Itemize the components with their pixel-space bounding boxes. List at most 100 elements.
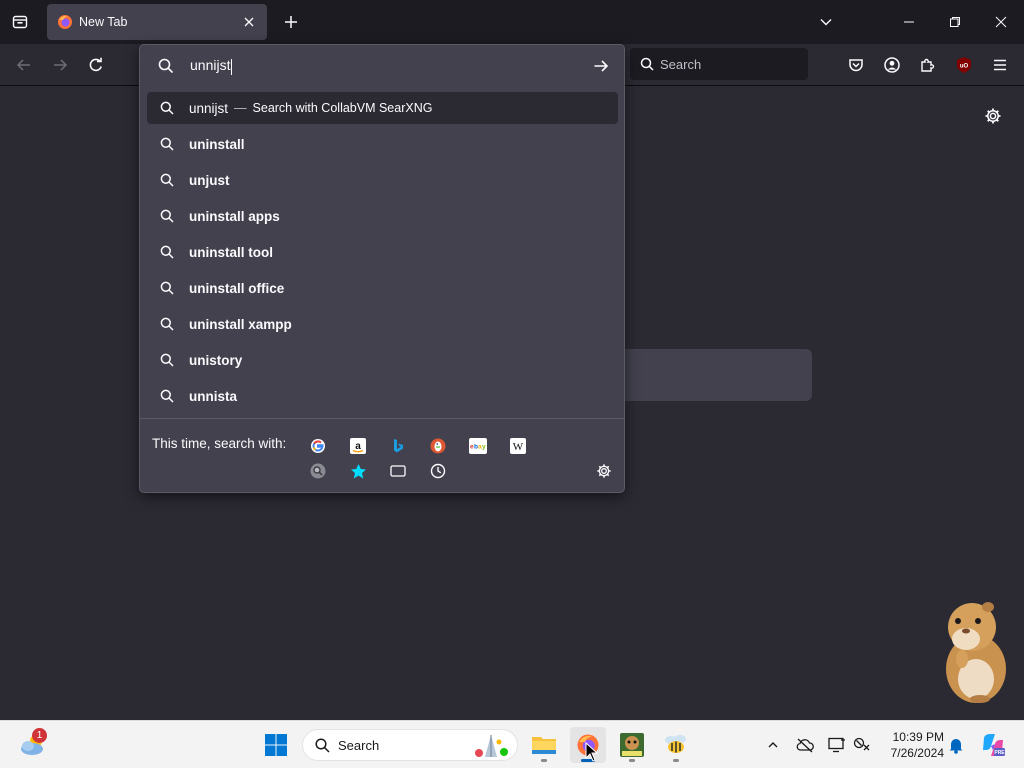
firefox-view-icon (12, 15, 28, 29)
firefox-view-button[interactable] (6, 8, 34, 36)
wikipedia-icon: W (510, 438, 526, 454)
wikipedia-engine-button[interactable]: W (507, 435, 529, 457)
bookmarks-mode-button[interactable] (347, 460, 369, 482)
plus-icon (285, 16, 297, 28)
ebay-engine-button[interactable]: ebay (467, 435, 489, 457)
clock-icon (430, 463, 446, 479)
show-hidden-icons-button[interactable] (763, 735, 783, 755)
new-tab-search-box[interactable] (612, 349, 812, 401)
searxng-icon (310, 463, 326, 479)
bing-icon (394, 439, 403, 453)
restore-icon (950, 17, 960, 27)
pocket-icon (849, 59, 863, 72)
bell-icon (949, 739, 963, 754)
suggestion-text: uninstall tool (189, 244, 273, 260)
amazon-engine-button[interactable]: a (347, 435, 369, 457)
suggestion-text: unjust (189, 172, 230, 188)
google-engine-button[interactable] (307, 435, 329, 457)
search-icon (159, 280, 175, 296)
suggestion-row[interactable]: unjust (147, 162, 618, 198)
clock-date: 7/26/2024 (890, 746, 944, 760)
suggestion-row[interactable]: uninstall (147, 126, 618, 162)
close-icon (995, 16, 1007, 28)
suggestion-row[interactable]: uninstall office (147, 270, 618, 306)
search-icon (640, 57, 654, 71)
notifications-button[interactable] (946, 735, 966, 755)
search-icon (159, 172, 175, 188)
list-all-tabs-button[interactable] (812, 8, 840, 36)
google-icon (311, 439, 325, 453)
suggestion-row[interactable]: uninstall xampp (147, 306, 618, 342)
file-explorer-button[interactable] (526, 727, 562, 763)
account-button[interactable] (877, 50, 907, 80)
url-input-text[interactable]: unnijst (190, 57, 233, 75)
hamster-mascot-image (946, 602, 1006, 703)
search-bar-placeholder: Search (660, 56, 702, 72)
hamburger-menu-icon (994, 59, 1006, 71)
suggestion-list: unnijst — Search with CollabVM SearXNG u… (147, 92, 618, 414)
taskbar-clock[interactable]: 10:39 PM 7/26/2024 (880, 729, 944, 761)
search-with-engine-row[interactable]: unnijst — Search with CollabVM SearXNG (147, 92, 618, 124)
running-indicator (541, 759, 547, 762)
new-tab-settings-button[interactable] (980, 103, 1006, 129)
bing-engine-button[interactable] (387, 435, 409, 457)
folder-icon (532, 737, 556, 754)
svg-text:y: y (482, 444, 486, 451)
minimize-button[interactable] (886, 0, 932, 44)
onedrive-tray-button[interactable] (795, 735, 815, 755)
reload-button[interactable] (81, 50, 111, 80)
ublock-origin-button[interactable]: uO (949, 50, 979, 80)
svg-text:W: W (513, 441, 524, 453)
notification-badge: 1 (32, 728, 47, 743)
suggestion-text: unistory (189, 352, 243, 368)
clock-time: 10:39 PM (892, 730, 944, 744)
taskbar-search-box[interactable]: Search (302, 729, 518, 761)
back-button[interactable] (9, 50, 39, 80)
copilot-icon: PRE (983, 734, 1005, 756)
ublock-origin-icon: uO (957, 57, 971, 73)
taskbar-search-label: Search (338, 737, 380, 753)
url-bar-dropdown: unnijst unnijst — Search with CollabVM S… (139, 44, 625, 493)
display-tray-button[interactable] (827, 735, 847, 755)
reload-icon (89, 57, 102, 72)
gear-icon (597, 464, 611, 478)
search-icon (159, 100, 175, 116)
tabs-mode-button[interactable] (387, 460, 409, 482)
url-input[interactable]: unnijst (140, 45, 624, 87)
new-tab-button[interactable] (277, 8, 305, 36)
suggestion-row[interactable]: uninstall apps (147, 198, 618, 234)
app-taskbar-button[interactable] (614, 727, 650, 763)
bee-app-taskbar-button[interactable] (658, 727, 694, 763)
mouse-cursor (585, 742, 599, 762)
close-window-button[interactable] (978, 0, 1024, 44)
svg-text:uO: uO (960, 64, 969, 70)
search-bar[interactable]: Search (630, 48, 808, 80)
firefox-icon (57, 14, 73, 30)
search-icon (159, 316, 175, 332)
network-volume-tray-button[interactable] (852, 735, 872, 755)
search-icon (158, 58, 174, 74)
close-tab-icon[interactable] (241, 14, 257, 30)
duckduckgo-engine-button[interactable] (427, 435, 449, 457)
menu-button[interactable] (985, 50, 1015, 80)
forward-button[interactable] (45, 50, 75, 80)
arrow-left-icon (16, 59, 30, 71)
search-icon (159, 244, 175, 260)
text-caret (231, 58, 233, 75)
restore-button[interactable] (932, 0, 978, 44)
search-icon (159, 388, 175, 404)
suggestion-row[interactable]: unnista (147, 378, 618, 414)
network-disconnected-icon (853, 737, 870, 751)
start-button[interactable] (258, 727, 294, 763)
tab-new-tab[interactable]: New Tab (47, 4, 267, 40)
searxng-engine-button[interactable] (307, 460, 329, 482)
suggestion-row[interactable]: uninstall tool (147, 234, 618, 270)
history-mode-button[interactable] (427, 460, 449, 482)
copilot-button[interactable]: PRE (980, 732, 1006, 758)
search-settings-button[interactable] (593, 460, 615, 482)
suggestion-row[interactable]: unistory (147, 342, 618, 378)
pocket-button[interactable] (841, 50, 871, 80)
duckduckgo-icon (430, 438, 446, 454)
go-button[interactable] (588, 53, 614, 79)
extensions-button[interactable] (913, 50, 943, 80)
